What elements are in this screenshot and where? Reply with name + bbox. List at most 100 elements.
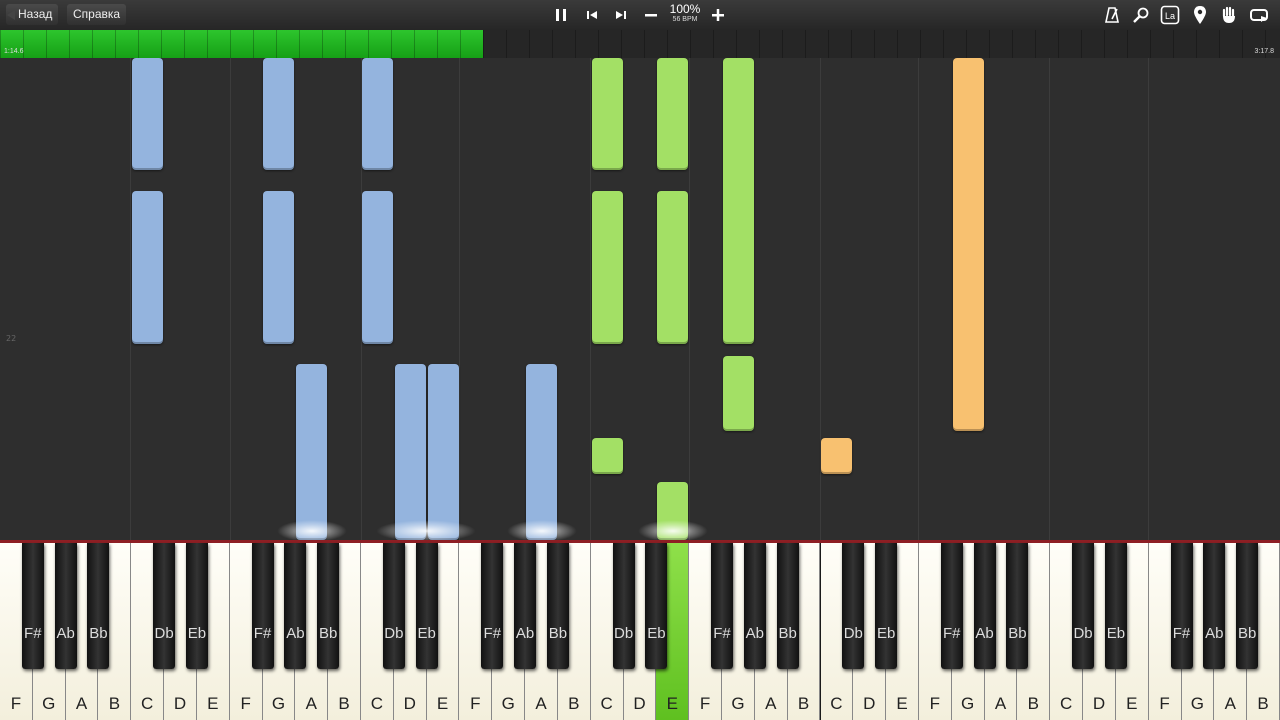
skip-forward-icon: [616, 11, 626, 19]
white-key-label: F: [699, 694, 711, 713]
falling-note: [263, 58, 294, 170]
black-key-label: Bb: [548, 625, 568, 642]
white-key-label: E: [207, 694, 219, 713]
falling-note: [821, 438, 852, 474]
black-key[interactable]: Bb: [1236, 543, 1259, 669]
gridline: [918, 58, 919, 540]
black-key[interactable]: Bb: [317, 543, 340, 669]
falling-note: [526, 364, 557, 540]
white-key-label: C: [830, 694, 843, 713]
black-key[interactable]: Bb: [87, 543, 110, 669]
white-key-label: D: [403, 694, 416, 713]
white-key-label: E: [666, 694, 678, 713]
key-press-glow: [507, 520, 577, 540]
black-key-label: Eb: [417, 625, 436, 642]
black-key[interactable]: Eb: [415, 543, 438, 669]
marker-button[interactable]: [1189, 4, 1211, 26]
black-key[interactable]: Eb: [185, 543, 208, 669]
black-key[interactable]: F#: [251, 543, 274, 669]
falling-note: [723, 58, 754, 344]
black-key[interactable]: Bb: [546, 543, 569, 669]
black-key[interactable]: Ab: [973, 543, 996, 669]
white-key-label: F: [470, 694, 481, 713]
black-key[interactable]: F#: [21, 543, 44, 669]
black-key[interactable]: Db: [382, 543, 405, 669]
white-key-label: C: [600, 694, 613, 713]
search-button[interactable]: [1130, 4, 1152, 26]
speed-readout: 100% 56 BPM: [668, 3, 702, 24]
song-progress-bar[interactable]: 1:14.6 3:17.8: [0, 30, 1280, 58]
black-key-label: Bb: [1008, 625, 1027, 642]
zoom-percent: 100%: [669, 2, 701, 16]
black-key[interactable]: Eb: [1104, 543, 1127, 669]
black-key-label: Bb: [778, 625, 797, 642]
skip-forward-button[interactable]: [610, 4, 632, 26]
black-key[interactable]: F#: [481, 543, 504, 669]
note-labels-button[interactable]: La: [1159, 4, 1181, 26]
white-key-label: G: [961, 694, 975, 713]
white-key-label: F: [10, 694, 22, 713]
white-key-label: E: [896, 694, 908, 713]
gridline: [230, 58, 231, 540]
pause-button[interactable]: [550, 4, 572, 26]
back-button[interactable]: Назад: [6, 4, 59, 25]
white-key-label: E: [1126, 694, 1138, 713]
black-key[interactable]: Ab: [514, 543, 537, 669]
white-key-label: D: [863, 694, 876, 713]
white-key-label: G: [271, 694, 286, 713]
black-key[interactable]: Db: [612, 543, 635, 669]
white-key-label: C: [141, 694, 154, 713]
black-key[interactable]: Ab: [54, 543, 77, 669]
black-key[interactable]: Db: [1072, 543, 1095, 669]
black-key[interactable]: F#: [940, 543, 963, 669]
white-key-label: D: [633, 694, 646, 713]
help-button[interactable]: Справка: [67, 4, 127, 25]
toolbar: Назад Справка 100% 56 BPM La: [0, 0, 1280, 30]
black-key[interactable]: F#: [1170, 543, 1193, 669]
metronome-button[interactable]: [1101, 4, 1123, 26]
black-key[interactable]: Bb: [1006, 543, 1029, 669]
falling-note: [592, 438, 623, 474]
black-key[interactable]: Bb: [776, 543, 799, 669]
loop-icon: [1250, 9, 1268, 22]
black-key-label: Eb: [187, 625, 207, 642]
black-key[interactable]: Ab: [743, 543, 766, 669]
key-press-glow: [638, 520, 708, 540]
black-key[interactable]: Eb: [645, 543, 668, 669]
bpm-label: 56 BPM: [672, 16, 698, 23]
white-key-label: F: [1159, 694, 1170, 713]
skip-back-button[interactable]: [581, 4, 603, 26]
black-key[interactable]: Db: [153, 543, 176, 669]
hands-button[interactable]: [1218, 4, 1240, 26]
black-key[interactable]: F#: [711, 543, 734, 669]
white-key-label: D: [173, 694, 187, 713]
metronome-icon: [1105, 7, 1119, 23]
falling-note: [362, 58, 393, 170]
falling-note: [953, 58, 984, 431]
white-key-label: F: [240, 694, 251, 713]
magnifier-icon: [1133, 7, 1149, 23]
black-key[interactable]: Ab: [1203, 543, 1226, 669]
black-key[interactable]: Eb: [875, 543, 898, 669]
black-key[interactable]: Ab: [284, 543, 307, 669]
gridline: [1148, 58, 1149, 540]
speed-down-button[interactable]: [640, 4, 662, 26]
speed-up-button[interactable]: [707, 4, 729, 26]
measure-number: 22: [6, 334, 17, 343]
black-key-label: Eb: [647, 625, 666, 642]
white-key-label: G: [1190, 694, 1205, 713]
falling-note: [132, 191, 163, 344]
falling-note: [428, 364, 459, 540]
white-key-label: A: [994, 694, 1007, 713]
falling-note: [263, 191, 294, 344]
white-key-label: B: [568, 694, 580, 713]
white-key-label: A: [535, 694, 547, 713]
white-key-label: B: [1257, 694, 1269, 713]
white-key-label: G: [42, 694, 56, 713]
black-key[interactable]: Db: [842, 543, 865, 669]
loop-button[interactable]: [1248, 4, 1270, 26]
falling-note: [395, 364, 426, 540]
black-key-label: Bb: [89, 625, 108, 642]
svg-text:La: La: [1165, 11, 1175, 21]
pause-icon: [556, 9, 566, 21]
